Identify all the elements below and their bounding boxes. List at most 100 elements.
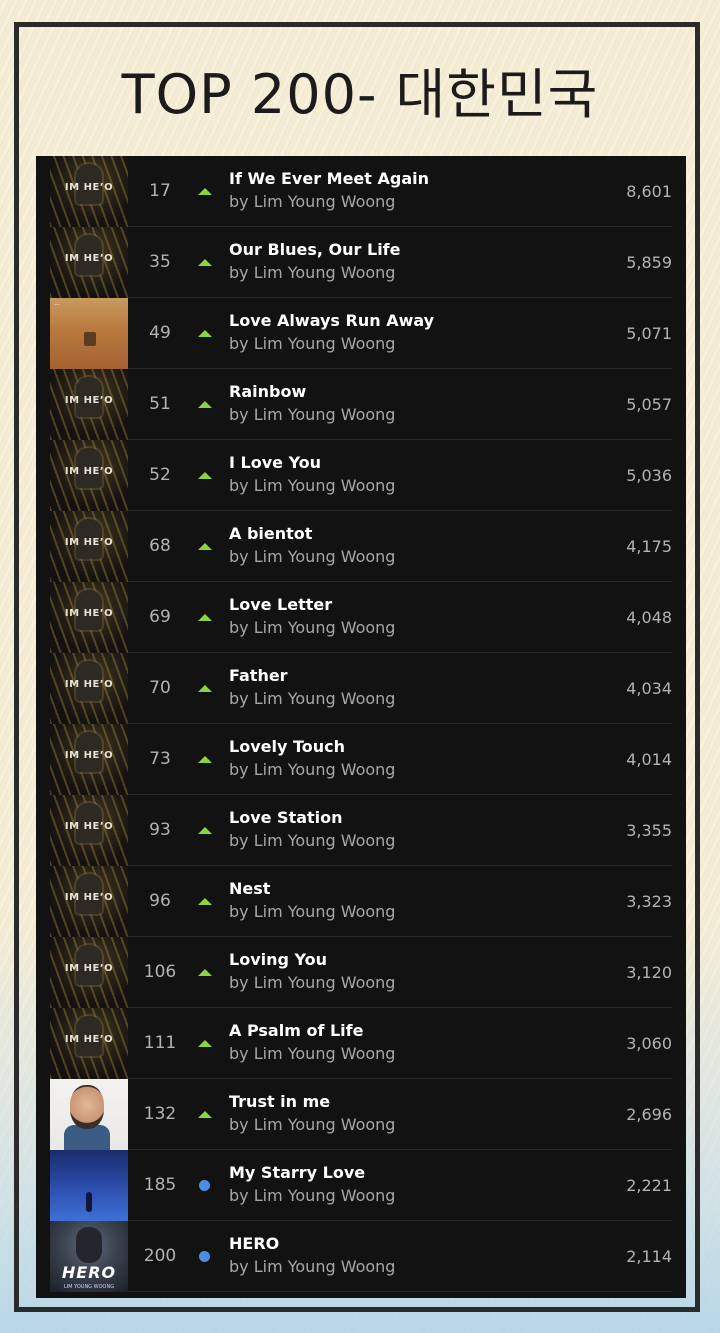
album-art: [50, 1079, 128, 1150]
artist-name[interactable]: by Lim Young Woong: [229, 689, 395, 708]
artist-name[interactable]: by Lim Young Woong: [229, 1115, 395, 1134]
song-title[interactable]: A Psalm of Life: [229, 1021, 363, 1040]
stream-count: 3,355: [626, 821, 672, 840]
album-art-text: IM HE’O: [64, 466, 114, 477]
chart-row[interactable]: IM HE’O 17 If We Ever Meet Again by Lim You…: [36, 156, 686, 227]
song-title[interactable]: Father: [229, 666, 288, 685]
stream-count: 2,114: [626, 1247, 672, 1266]
artist-name[interactable]: by Lim Young Woong: [229, 547, 395, 566]
stream-count: 2,696: [626, 1105, 672, 1124]
stream-count: 3,120: [626, 963, 672, 982]
chart-row[interactable]: IM HE’O 93 Love Station by Lim Young Woong 3…: [36, 795, 686, 866]
artist-name[interactable]: by Lim Young Woong: [229, 405, 395, 424]
album-art-text: IM HE’O: [64, 537, 114, 548]
chart-row[interactable]: 132 Trust in me by Lim Young Woong 2,696: [36, 1079, 686, 1150]
artist-name[interactable]: by Lim Young Woong: [229, 618, 395, 637]
song-title[interactable]: Lovely Touch: [229, 737, 345, 756]
rank-number: 17: [149, 181, 171, 201]
song-title[interactable]: Love Always Run Away: [229, 311, 434, 330]
album-art: IM HE’O: [50, 511, 128, 582]
album-art-text: IM HE’O: [64, 963, 114, 974]
artist-name[interactable]: by Lim Young Woong: [229, 192, 395, 211]
trend-up-icon: [196, 967, 214, 979]
artist-name[interactable]: by Lim Young Woong: [229, 476, 395, 495]
chart-row[interactable]: IM HE’O 70 Father by Lim Young Woong 4,034: [36, 653, 686, 724]
artist-name[interactable]: by Lim Young Woong: [229, 334, 395, 353]
rank-number: 93: [149, 820, 171, 840]
rank-number: 35: [149, 252, 171, 272]
rank-number: 73: [149, 749, 171, 769]
trend-up-icon: [196, 186, 214, 198]
song-title[interactable]: A bientot: [229, 524, 312, 543]
chart-row[interactable]: HERO LIM YOUNG WOONG 200 HERO by Lim Young W…: [36, 1221, 686, 1292]
chart-row[interactable]: 185 My Starry Love by Lim Young Woong 2,221: [36, 1150, 686, 1221]
chart-row[interactable]: IM HE’O 96 Nest by Lim Young Woong 3,323: [36, 866, 686, 937]
chart-row[interactable]: IM HE’O 69 Love Letter by Lim Young Woong 4,…: [36, 582, 686, 653]
album-art-text: IM HE’O: [64, 750, 114, 761]
stream-count: 4,034: [626, 679, 672, 698]
stream-count: 3,060: [626, 1034, 672, 1053]
song-title[interactable]: I Love You: [229, 453, 321, 472]
rank-number: 106: [143, 962, 177, 982]
chart-row[interactable]: IM HE’O 106 Loving You by Lim Young Woong 3,…: [36, 937, 686, 1008]
rank-number: 200: [143, 1246, 177, 1266]
song-title[interactable]: Our Blues, Our Life: [229, 240, 401, 259]
song-title[interactable]: Love Letter: [229, 595, 332, 614]
chart-row[interactable]: IM HE’O 52 I Love You by Lim Young Woong 5,0…: [36, 440, 686, 511]
trend-up-icon: [196, 612, 214, 624]
artist-name[interactable]: by Lim Young Woong: [229, 1186, 395, 1205]
chart-row[interactable]: IM HE’O 73 Lovely Touch by Lim Young Woong 4…: [36, 724, 686, 795]
stream-count: 3,323: [626, 892, 672, 911]
song-title[interactable]: Trust in me: [229, 1092, 330, 1111]
chart-list: IM HE’O 17 If We Ever Meet Again by Lim You…: [36, 156, 686, 1298]
trend-up-icon: [196, 541, 214, 553]
album-art: IM HE’O: [50, 724, 128, 795]
artist-name[interactable]: by Lim Young Woong: [229, 902, 395, 921]
stream-count: 4,014: [626, 750, 672, 769]
new-entry-icon: [196, 1180, 214, 1192]
chart-row[interactable]: IM HE’O 68 A bientot by Lim Young Woong 4,17…: [36, 511, 686, 582]
song-title[interactable]: My Starry Love: [229, 1163, 365, 1182]
artist-name[interactable]: by Lim Young Woong: [229, 1257, 395, 1276]
album-art: IM HE’O: [50, 227, 128, 298]
row-divider: [128, 1291, 672, 1292]
chart-row[interactable]: — 49 Love Always Run Away by Lim Young Woon…: [36, 298, 686, 369]
album-art: IM HE’O: [50, 937, 128, 1008]
rank-number: 111: [143, 1033, 177, 1053]
chart-row[interactable]: IM HE’O 111 A Psalm of Life by Lim Young Wo…: [36, 1008, 686, 1079]
stream-count: 5,859: [626, 253, 672, 272]
rank-number: 70: [149, 678, 171, 698]
song-title[interactable]: Love Station: [229, 808, 343, 827]
song-title[interactable]: If We Ever Meet Again: [229, 169, 429, 188]
album-art-text: IM HE’O: [64, 821, 114, 832]
album-art: IM HE’O: [50, 795, 128, 866]
album-art: IM HE’O: [50, 582, 128, 653]
chart-row[interactable]: IM HE’O 51 Rainbow by Lim Young Woong 5,057: [36, 369, 686, 440]
album-art-text: HERO: [61, 1263, 117, 1282]
song-title[interactable]: Nest: [229, 879, 270, 898]
album-art: —: [50, 298, 128, 369]
rank-number: 51: [149, 394, 171, 414]
artist-name[interactable]: by Lim Young Woong: [229, 831, 395, 850]
trend-up-icon: [196, 683, 214, 695]
trend-up-icon: [196, 257, 214, 269]
stream-count: 8,601: [626, 182, 672, 201]
rank-number: 132: [143, 1104, 177, 1124]
album-art-subtext: LIM YOUNG WOONG: [63, 1284, 115, 1290]
song-title[interactable]: HERO: [229, 1234, 279, 1253]
song-title[interactable]: Loving You: [229, 950, 327, 969]
trend-up-icon: [196, 825, 214, 837]
artist-name[interactable]: by Lim Young Woong: [229, 760, 395, 779]
artist-name[interactable]: by Lim Young Woong: [229, 263, 395, 282]
stream-count: 4,048: [626, 608, 672, 627]
trend-up-icon: [196, 1109, 214, 1121]
album-art: HERO LIM YOUNG WOONG: [50, 1221, 128, 1292]
chart-row[interactable]: IM HE’O 35 Our Blues, Our Life by Lim Young…: [36, 227, 686, 298]
song-title[interactable]: Rainbow: [229, 382, 306, 401]
rank-number: 69: [149, 607, 171, 627]
artist-name[interactable]: by Lim Young Woong: [229, 1044, 395, 1063]
rank-number: 185: [143, 1175, 177, 1195]
new-entry-icon: [196, 1251, 214, 1263]
artist-name[interactable]: by Lim Young Woong: [229, 973, 395, 992]
album-art-text: IM HE’O: [64, 608, 114, 619]
